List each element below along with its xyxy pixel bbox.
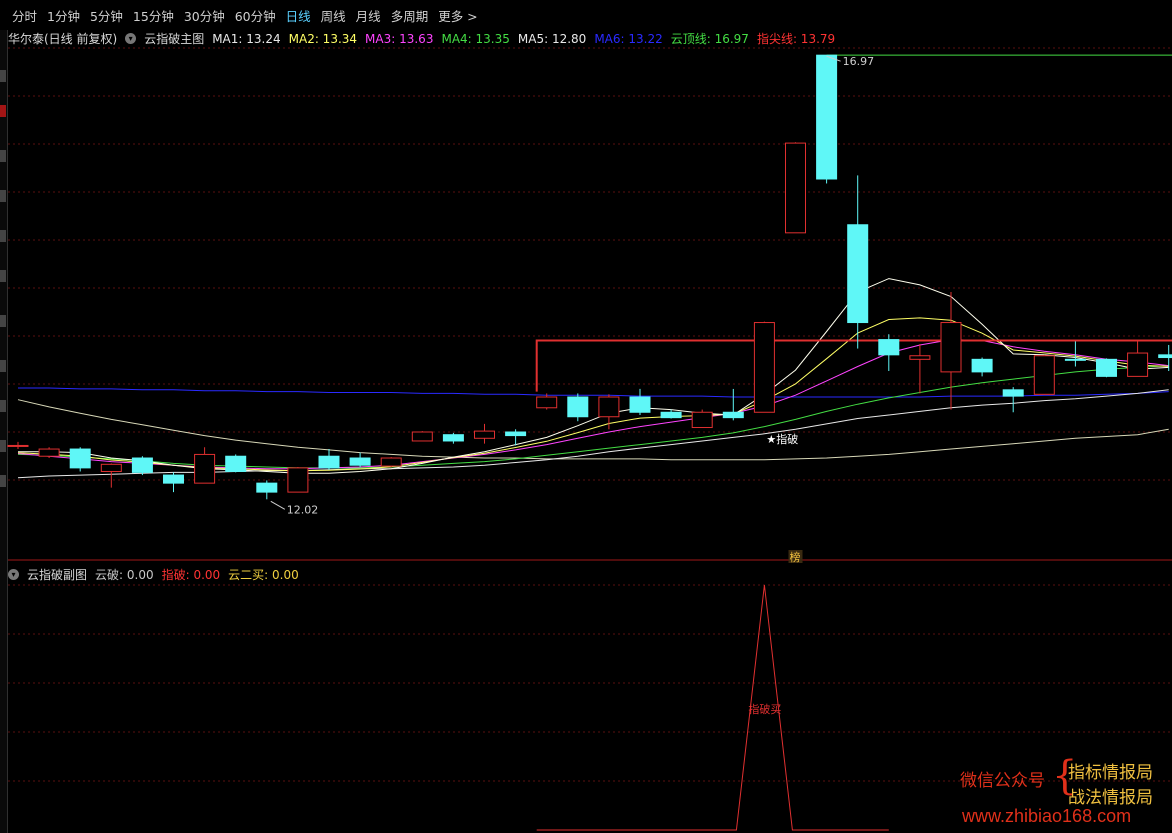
candle-6[interactable] [194, 447, 216, 484]
candle-12[interactable] [380, 457, 402, 467]
candle-36[interactable] [1127, 341, 1149, 377]
watermark-wechat: 微信公众号 [960, 771, 1045, 791]
candle-19[interactable] [598, 394, 620, 430]
candle-body [629, 396, 651, 413]
candle-35[interactable] [1096, 358, 1117, 378]
watermark-line-3: 战法情报局 [1068, 788, 1153, 808]
candle-13[interactable] [411, 431, 433, 442]
candle-33[interactable] [1033, 354, 1055, 395]
sub-chart: 指破买 [536, 584, 889, 831]
candle-body [505, 431, 527, 437]
candle-body [1158, 354, 1172, 359]
candle-30[interactable] [940, 292, 962, 410]
candles [7, 54, 1172, 500]
candle-body [225, 455, 247, 472]
candle-17[interactable] [536, 393, 558, 410]
candle-21[interactable] [660, 409, 682, 419]
candle-9[interactable] [287, 466, 309, 493]
candle-body [131, 457, 153, 473]
candle-body [1127, 352, 1149, 377]
candle-1[interactable] [38, 447, 60, 459]
candle-11[interactable] [349, 452, 371, 467]
candle-body [411, 431, 433, 442]
candle-32[interactable] [1002, 387, 1024, 413]
ma1-line [18, 278, 1169, 474]
candle-body [753, 322, 775, 413]
candle-body [1096, 358, 1117, 377]
candle-body [1064, 358, 1086, 361]
candle-body [163, 474, 184, 484]
candle-0[interactable] [7, 441, 29, 450]
candle-body [1002, 389, 1024, 397]
candle-body [287, 467, 309, 493]
candle-body [660, 411, 682, 419]
candle-body [816, 54, 838, 180]
spike-label: 指破买 [748, 702, 781, 716]
candle-body [380, 457, 402, 467]
candle-23[interactable] [722, 388, 744, 421]
candle-3[interactable] [100, 463, 122, 488]
candle-body [722, 411, 744, 419]
ma6-line [18, 387, 1169, 398]
candle-26[interactable] [816, 54, 838, 184]
candle-24[interactable] [753, 321, 775, 413]
candle-body [878, 339, 900, 356]
candle-body [442, 434, 464, 442]
candle-body [38, 448, 60, 457]
candle-31[interactable] [971, 357, 993, 377]
candle-body [598, 396, 620, 418]
kline-chart[interactable]: 16.97 12.02 ★指破 榜 指破买 [0, 0, 1172, 833]
ma-slow-line [17, 399, 1169, 461]
low-pointer [270, 500, 286, 510]
candle-20[interactable] [629, 388, 651, 415]
sub-spike-line [536, 584, 889, 831]
candle-body [100, 463, 122, 472]
candle-18[interactable] [567, 393, 589, 422]
candle-body [69, 448, 91, 469]
candle-body [847, 224, 869, 324]
chart-annotations: 16.97 12.02 ★指破 榜 [270, 55, 875, 564]
candle-29[interactable] [909, 344, 931, 394]
candle-body [909, 355, 931, 360]
candle-body [7, 444, 29, 447]
chart-grid [8, 47, 1172, 782]
candle-body [194, 453, 216, 484]
candle-body [567, 396, 589, 418]
high-price-label: 16.97 [843, 55, 875, 68]
candle-4[interactable] [131, 456, 153, 476]
candle-body [318, 455, 340, 469]
candle-body [474, 430, 495, 439]
candle-25[interactable] [785, 142, 806, 234]
candle-22[interactable] [691, 409, 713, 429]
watermark-url: www.zhibiao168.com [962, 806, 1132, 826]
watermark-line-2: 指标情报局 [1068, 763, 1153, 783]
candle-body [536, 396, 558, 409]
ma-lines [17, 54, 1172, 479]
candle-28[interactable] [878, 334, 900, 371]
candle-body [971, 358, 993, 373]
candle-15[interactable] [474, 423, 495, 444]
candle-37[interactable] [1158, 344, 1172, 371]
candle-body [256, 482, 278, 493]
candle-10[interactable] [318, 449, 340, 470]
candle-body [785, 142, 806, 234]
candle-2[interactable] [69, 447, 91, 472]
candle-8[interactable] [256, 480, 278, 500]
signal-label: ★指破 [766, 432, 798, 446]
candle-27[interactable] [847, 175, 869, 349]
candle-14[interactable] [442, 432, 464, 444]
bang-badge[interactable]: 榜 [790, 550, 801, 564]
ma4-line [17, 365, 1169, 469]
candle-7[interactable] [225, 454, 247, 473]
candle-body [691, 411, 713, 429]
candle-5[interactable] [163, 472, 184, 493]
low-price-label: 12.02 [287, 503, 319, 516]
candle-body [349, 457, 371, 466]
candle-body [940, 322, 962, 373]
candle-body [1033, 355, 1055, 395]
